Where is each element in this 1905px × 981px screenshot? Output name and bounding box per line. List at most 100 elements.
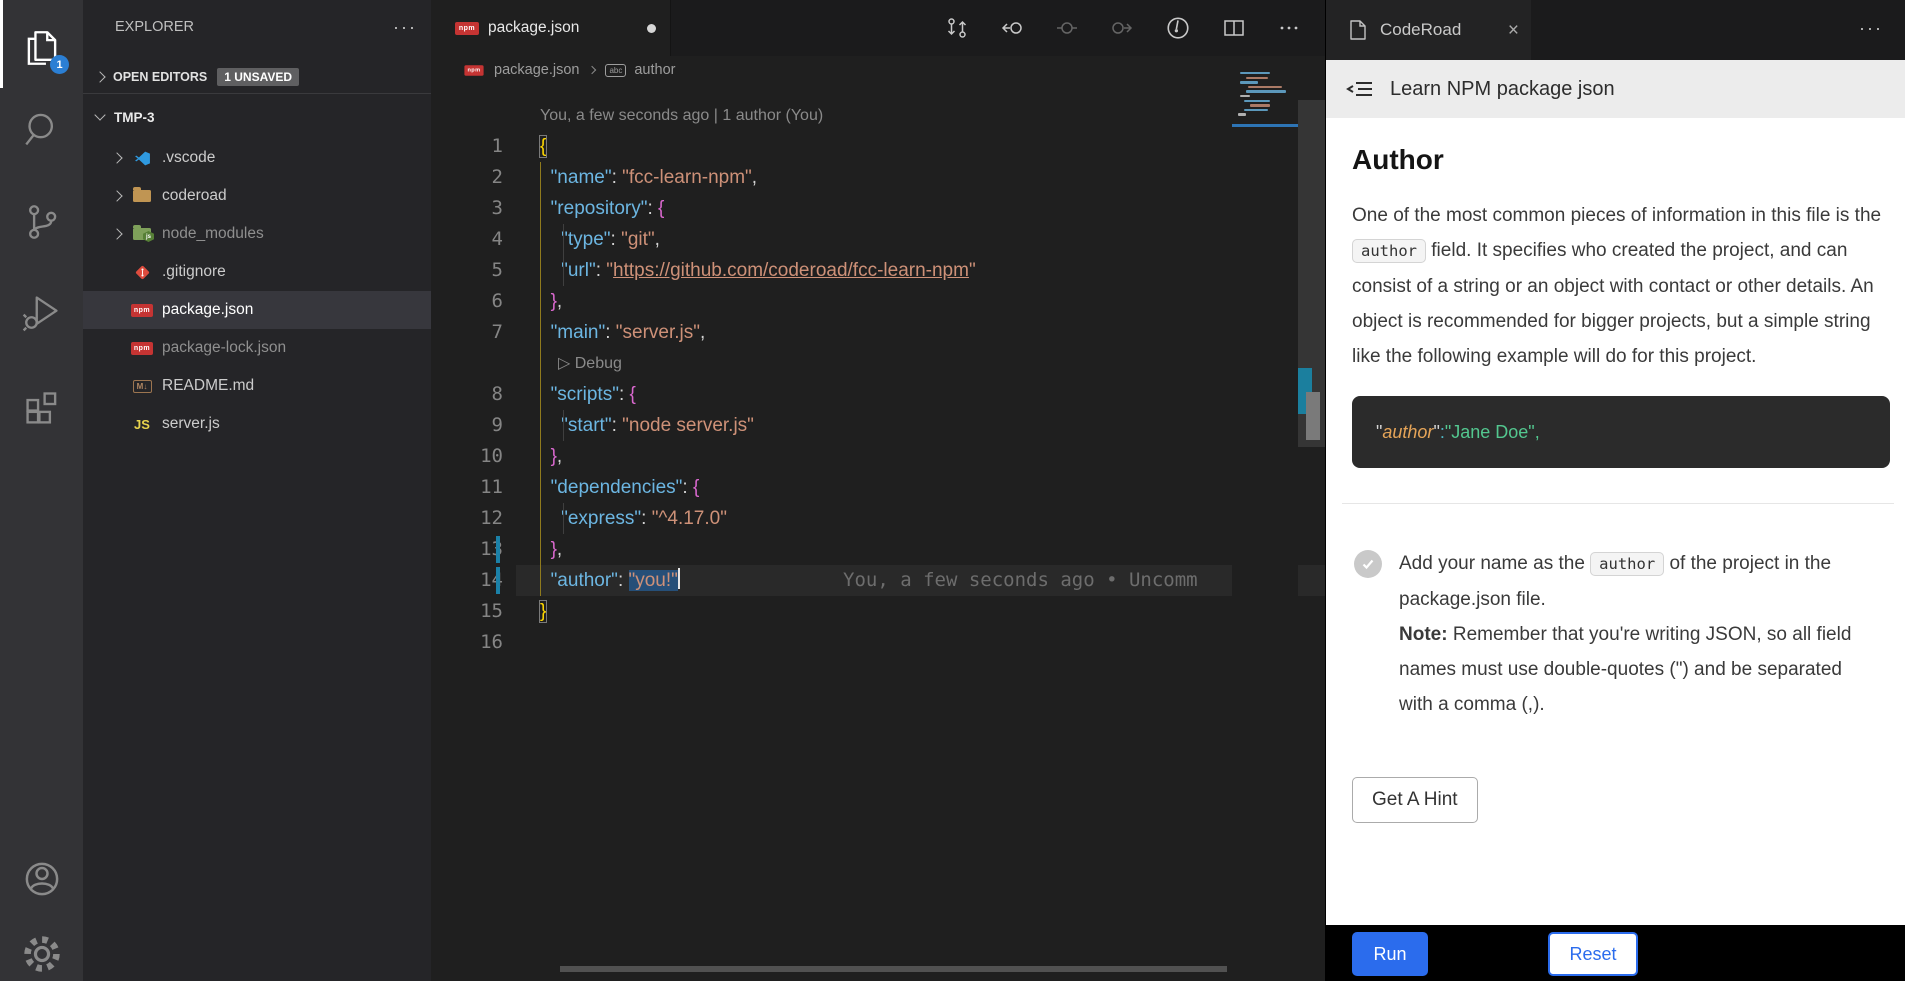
step-back-icon[interactable] [1000,16,1024,40]
code-line-6[interactable]: 6 }, [431,286,1325,317]
close-icon[interactable]: × [1508,21,1519,40]
inline-code-chip: author [1590,552,1664,576]
blame-lens[interactable]: You, a few seconds ago | 1 author (You) [431,100,1325,131]
file-row--vscode[interactable]: .vscode [83,139,431,177]
line-number: 13 [431,534,503,565]
blame-lens[interactable]: You, a few seconds ago | 1 author (You) [431,100,1325,131]
code-line-9[interactable]: 9 "start": "node server.js" [431,410,1325,441]
current-step-icon[interactable] [1055,16,1079,40]
step-forward-icon[interactable] [1110,16,1134,40]
minimap-code-mark [1246,77,1268,79]
activitybar-source-control[interactable] [0,190,83,254]
code-line-5[interactable]: 5 "url": "https://github.com/coderoad/fc… [431,255,1325,286]
tab-coderoad[interactable]: CodeRoad × [1326,0,1531,60]
compare-changes-icon[interactable] [945,16,969,40]
markdown-icon: M↓ [133,380,152,393]
horizontal-scrollbar[interactable] [560,966,1227,972]
code-editor[interactable]: You, a few seconds ago | 1 author (You)1… [431,100,1325,658]
file-label: node_modules [162,225,264,243]
divider [1342,503,1894,504]
code-text: { [540,131,546,162]
line-number: 6 [431,286,503,317]
breadcrumb-file[interactable]: package.json [494,62,579,78]
file-row-server-js[interactable]: JSserver.js [83,405,431,443]
run-tutorial-icon[interactable] [1165,15,1191,41]
task-instruction: Add your name as the author of the proje… [1399,546,1877,617]
code-line-3[interactable]: 3 "repository": { [431,193,1325,224]
code-line-10[interactable]: 10 }, [431,441,1325,472]
line-number: 12 [431,503,503,534]
explorer-sidebar: EXPLORER ··· OPEN EDITORS 1 UNSAVED TMP-… [83,0,431,981]
editor-tabbar: npm package.json [431,0,1325,56]
vscode-icon [134,150,151,167]
minimap-code-mark [1244,100,1270,102]
code-line-16[interactable]: 16 [431,627,1325,658]
chevron-right-icon [111,190,122,201]
editor-group: npm package.json [431,0,1325,981]
workspace-root-folder[interactable]: TMP-3 [83,100,431,134]
more-actions-icon[interactable] [1277,16,1301,40]
open-editors-section[interactable]: OPEN EDITORS 1 UNSAVED [83,60,431,94]
file-label: coderoad [162,187,227,205]
debug-lens[interactable]: ▷ Debug [431,348,1325,379]
breadcrumb-symbol[interactable]: author [634,62,675,78]
minimap-code-mark [1244,109,1268,111]
collapse-menu-icon[interactable] [1346,76,1374,102]
breadcrumb[interactable]: npm package.json abc author [431,56,1325,84]
activitybar-search[interactable] [0,98,83,162]
activitybar-extensions[interactable] [0,372,83,436]
activitybar-explorer[interactable]: 1 [0,16,83,80]
code-text: }, [540,534,562,565]
chevron-right-icon [111,228,122,239]
file-label: package.json [162,301,253,319]
file-row-package-json[interactable]: npmpackage.json [83,291,431,329]
file-row-package-lock-json[interactable]: npmpackage-lock.json [83,329,431,367]
activitybar-run-debug[interactable] [0,280,83,344]
gear-icon [21,933,63,975]
file-label: package-lock.json [162,339,286,357]
get-hint-button[interactable]: Get A Hint [1352,777,1478,823]
search-icon [21,109,63,151]
explorer-more-icon[interactable]: ··· [393,17,417,38]
unsaved-count-badge: 1 [50,55,69,74]
chevron-down-icon [94,109,105,120]
debug-lens[interactable]: ▷ Debug [431,348,1325,379]
code-text: "express": "^4.17.0" [540,503,727,534]
inline-git-blame: You, a few seconds ago • Uncomm [843,565,1198,596]
code-text: "start": "node server.js" [540,410,754,441]
reset-button[interactable]: Reset [1548,932,1638,976]
line-number: 16 [431,627,503,658]
explorer-header: EXPLORER ··· [83,10,431,44]
split-editor-icon[interactable] [1222,16,1246,40]
source-control-icon [21,201,63,243]
run-button[interactable]: Run [1352,932,1428,976]
line-number: 7 [431,317,503,348]
code-line-4[interactable]: 4 "type": "git", [431,224,1325,255]
code-line-2[interactable]: 2 "name": "fcc-learn-npm", [431,162,1325,193]
panel-tabbar: CodeRoad × ··· [1326,0,1905,60]
chevron-right-icon [94,71,105,82]
code-line-13[interactable]: 13 }, [431,534,1325,565]
dirty-indicator-icon[interactable] [647,24,656,33]
activitybar-settings[interactable] [0,922,83,981]
editor-scrollbar[interactable] [1298,60,1325,981]
code-line-14[interactable]: 14 "author": "you!" You, a few seconds a… [431,565,1325,596]
minimap[interactable] [1232,60,1298,981]
file-row-readme-md[interactable]: M↓README.md [83,367,431,405]
activity-bar: 1 [0,0,83,981]
minimap-code-mark [1250,104,1270,106]
indent-guide [563,410,564,441]
code-line-11[interactable]: 11 "dependencies": { [431,472,1325,503]
file-row-coderoad[interactable]: coderoad [83,177,431,215]
file-row--gitignore[interactable]: .gitignore [83,253,431,291]
code-text: "main": "server.js", [540,317,705,348]
tab-package-json[interactable]: npm package.json [431,0,671,56]
code-line-12[interactable]: 12 "express": "^4.17.0" [431,503,1325,534]
activitybar-account[interactable] [0,847,83,911]
code-line-15[interactable]: 15} [431,596,1325,627]
panel-more-icon[interactable]: ··· [1859,18,1883,39]
code-line-1[interactable]: 1{ [431,131,1325,162]
file-row-node-modules[interactable]: jsnode_modules [83,215,431,253]
code-line-8[interactable]: 8 "scripts": { [431,379,1325,410]
code-line-7[interactable]: 7 "main": "server.js", [431,317,1325,348]
